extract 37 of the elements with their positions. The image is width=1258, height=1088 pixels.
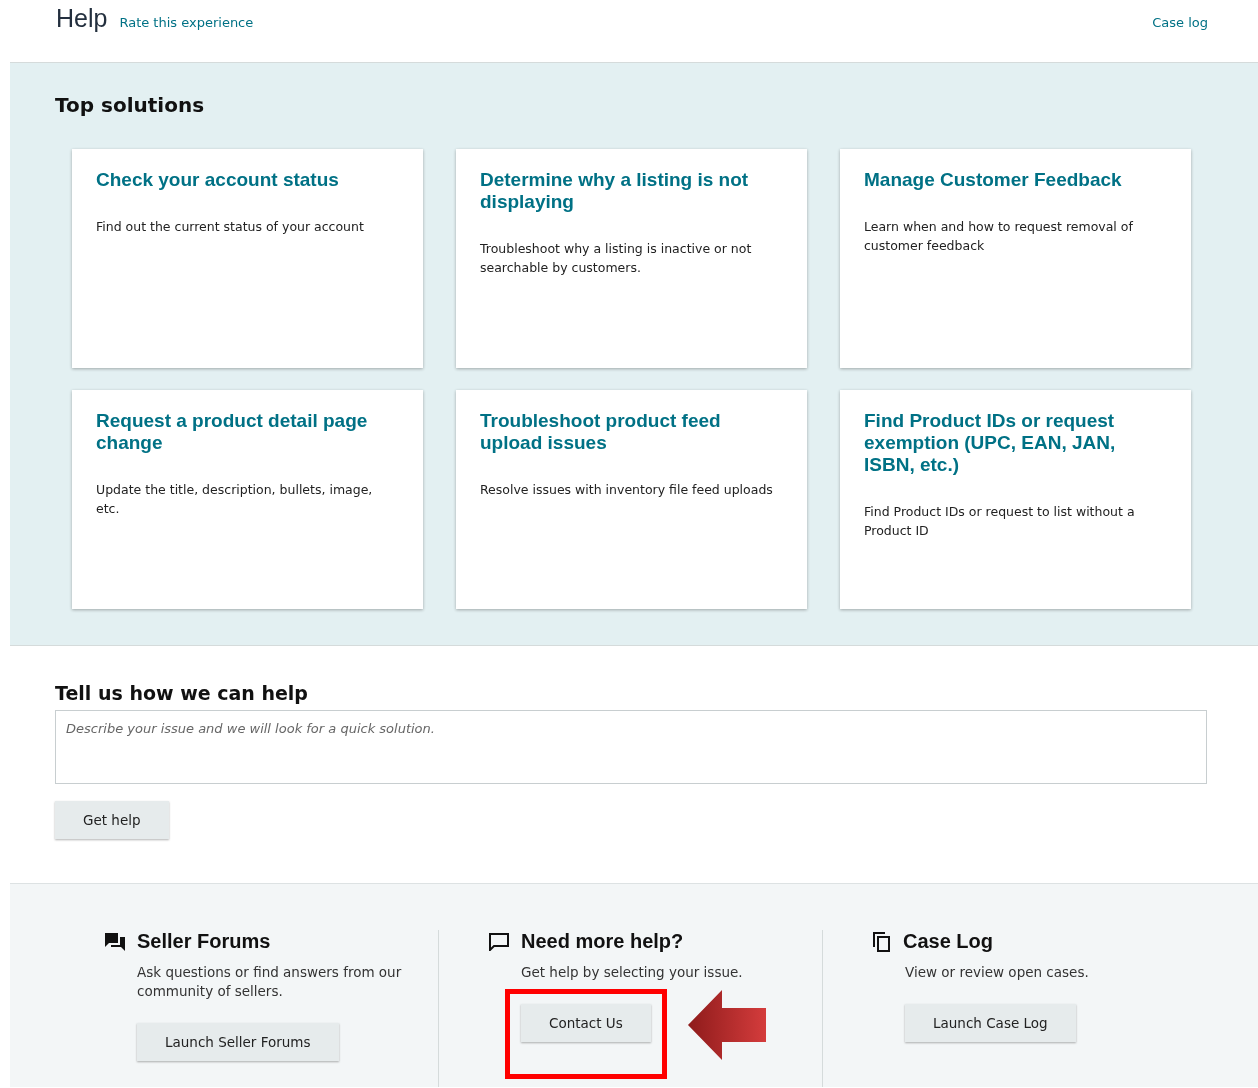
column-description: Get help by selecting your issue. — [521, 963, 744, 982]
copy-icon — [873, 931, 891, 952]
card-title[interactable]: Troubleshoot product feed upload issues — [480, 410, 783, 454]
footer-button[interactable]: Launch Case Log — [905, 1004, 1076, 1042]
footer-button[interactable]: Launch Seller Forums — [137, 1023, 339, 1061]
card-description: Resolve issues with inventory file feed uploads — [480, 481, 774, 499]
card-title[interactable]: Find Product IDs or request exemption (UPC, EAN, JAN, ISBN, etc.) — [864, 410, 1167, 476]
card-description: Learn when and how to request removal of customer feedback — [864, 218, 1134, 255]
column-title: Need more help? — [521, 930, 684, 953]
solution-card[interactable]: Manage Customer Feedback Learn when and how to request removal of customer feedback — [840, 149, 1191, 368]
section-heading: Top solutions — [55, 93, 206, 117]
card-title[interactable]: Determine why a listing is not displaying — [480, 169, 783, 213]
get-help-button[interactable]: Get help — [55, 801, 169, 839]
card-description: Update the title, description, bullets, image, etc. — [96, 481, 374, 518]
chat-bubbles-icon — [105, 932, 125, 951]
solution-card[interactable]: Troubleshoot product feed upload issues Resolve issues with inventory file feed uploads — [456, 390, 807, 609]
issue-input-field[interactable]: Describe your issue and we will look for a quick solution. — [55, 710, 1207, 784]
solution-card[interactable]: Find Product IDs or request exemption (UPC, EAN, JAN, ISBN, etc.) Find Product IDs or request to list without a Product ID — [840, 390, 1191, 609]
column-title: Case Log — [903, 930, 994, 953]
column-title: Seller Forums — [137, 930, 271, 953]
card-title[interactable]: Request a product detail page change — [96, 410, 399, 454]
column-description: Ask questions or find answers from our community of sellers. — [137, 963, 403, 1001]
speech-bubble-icon — [489, 932, 509, 951]
case-log-link[interactable]: Case log — [1152, 15, 1208, 30]
column-description: View or review open cases. — [905, 963, 1090, 982]
card-description: Troubleshoot why a listing is inactive or not searchable by customers. — [480, 240, 753, 277]
rate-experience-link[interactable]: Rate this experience — [119, 15, 254, 30]
card-description: Find Product IDs or request to list without a Product ID — [864, 503, 1136, 540]
card-title[interactable]: Check your account status — [96, 169, 399, 191]
solution-card[interactable]: Check your account status Find out the current status of your account — [72, 149, 423, 368]
solution-card[interactable]: Determine why a listing is not displaying Troubleshoot why a listing is inactive or not searchable by customers. — [456, 149, 807, 368]
page-title: Help — [56, 4, 108, 33]
solution-card[interactable]: Request a product detail page change Update the title, description, bullets, image, etc. — [72, 390, 423, 609]
card-description: Find out the current status of your account — [96, 218, 365, 236]
card-title[interactable]: Manage Customer Feedback — [864, 169, 1167, 191]
section-heading: Tell us how we can help — [55, 682, 309, 704]
footer-button[interactable]: Contact Us — [521, 1004, 651, 1042]
